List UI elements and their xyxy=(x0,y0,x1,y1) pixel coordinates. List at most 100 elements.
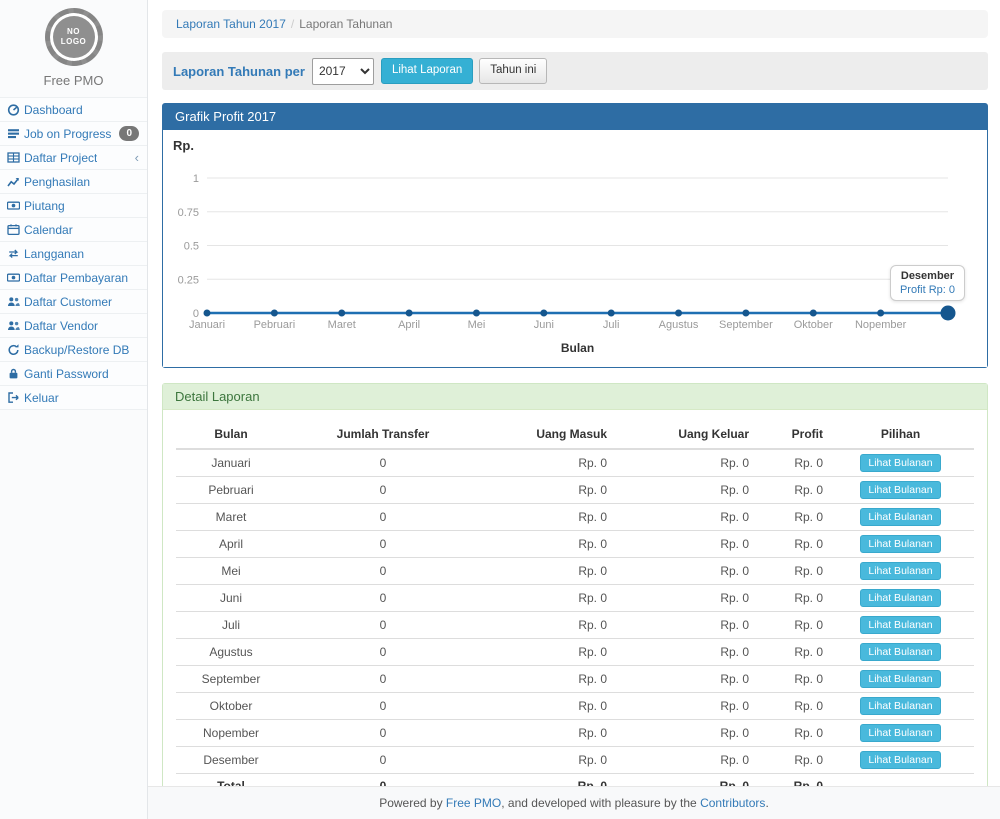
cell-bulan: Mei xyxy=(176,558,286,585)
lihat-bulanan-button[interactable]: Lihat Bulanan xyxy=(860,454,940,472)
sidebar-item-penghasilan[interactable]: Penghasilan xyxy=(0,170,147,194)
cell-pilihan: Lihat Bulanan xyxy=(827,558,974,585)
table-icon xyxy=(7,151,24,164)
lihat-bulanan-button[interactable]: Lihat Bulanan xyxy=(860,751,940,769)
cell-uang-keluar: Rp. 0 xyxy=(611,693,753,720)
profit-line-chart[interactable]: Rp.00.250.50.751JanuariPebruariMaretApri… xyxy=(169,132,979,360)
sidebar-item-label: Daftar Project xyxy=(24,151,97,165)
lihat-bulanan-button[interactable]: Lihat Bulanan xyxy=(860,481,940,499)
cell-jumlah-transfer: 0 xyxy=(286,639,480,666)
brand-name: Free PMO xyxy=(0,73,147,88)
calendar-icon xyxy=(7,223,24,236)
table-row: Agustus0Rp. 0Rp. 0Rp. 0Lihat Bulanan xyxy=(176,639,974,666)
col-header-uang-masuk: Uang Masuk xyxy=(480,420,611,449)
breadcrumb-link-laporan-tahun[interactable]: Laporan Tahun 2017 xyxy=(176,17,286,31)
col-header-profit: Profit xyxy=(753,420,827,449)
cell-bulan: Pebruari xyxy=(176,477,286,504)
cell-pilihan: Lihat Bulanan xyxy=(827,531,974,558)
footer-text-middle: , and developed with pleasure by the xyxy=(501,796,700,810)
lihat-bulanan-button[interactable]: Lihat Bulanan xyxy=(860,697,940,715)
sidebar-item-calendar[interactable]: Calendar xyxy=(0,218,147,242)
table-row: Juli0Rp. 0Rp. 0Rp. 0Lihat Bulanan xyxy=(176,612,974,639)
lihat-bulanan-button[interactable]: Lihat Bulanan xyxy=(860,643,940,661)
breadcrumb-current: Laporan Tahunan xyxy=(299,17,392,31)
table-row: Pebruari0Rp. 0Rp. 0Rp. 0Lihat Bulanan xyxy=(176,477,974,504)
cell-uang-masuk: Rp. 0 xyxy=(480,558,611,585)
sidebar-item-keluar[interactable]: Keluar xyxy=(0,386,147,410)
tasks-icon xyxy=(7,127,24,140)
cell-uang-masuk: Rp. 0 xyxy=(480,612,611,639)
cell-profit: Rp. 0 xyxy=(753,477,827,504)
cell-jumlah-transfer: 0 xyxy=(286,720,480,747)
svg-text:1: 1 xyxy=(193,173,199,185)
sidebar-item-label: Piutang xyxy=(24,199,65,213)
tahun-ini-button[interactable]: Tahun ini xyxy=(479,58,547,84)
sidebar-item-label: Calendar xyxy=(24,223,73,237)
dashboard-icon xyxy=(7,103,24,116)
chart-panel-title: Grafik Profit 2017 xyxy=(163,104,987,130)
count-badge: 0 xyxy=(119,126,139,141)
sidebar-item-daftar-customer[interactable]: Daftar Customer xyxy=(0,290,147,314)
cell-pilihan: Lihat Bulanan xyxy=(827,477,974,504)
svg-text:Nopember: Nopember xyxy=(855,319,907,331)
sidebar-item-daftar-pembayaran[interactable]: Daftar Pembayaran xyxy=(0,266,147,290)
filter-label: Laporan Tahunan per xyxy=(173,64,305,79)
sidebar-item-label: Daftar Pembayaran xyxy=(24,271,128,285)
col-header-jumlah-transfer: Jumlah Transfer xyxy=(286,420,480,449)
sidebar: NO LOGO Free PMO Dashboard Job on Progres… xyxy=(0,0,148,819)
lihat-bulanan-button[interactable]: Lihat Bulanan xyxy=(860,616,940,634)
lihat-bulanan-button[interactable]: Lihat Bulanan xyxy=(860,670,940,688)
cell-pilihan: Lihat Bulanan xyxy=(827,666,974,693)
svg-text:April: April xyxy=(398,319,420,331)
sidebar-item-daftar-vendor[interactable]: Daftar Vendor xyxy=(0,314,147,338)
lihat-bulanan-button[interactable]: Lihat Bulanan xyxy=(860,508,940,526)
cell-uang-masuk: Rp. 0 xyxy=(480,477,611,504)
cell-uang-keluar: Rp. 0 xyxy=(611,558,753,585)
svg-text:September: September xyxy=(719,319,773,331)
sidebar-item-label: Daftar Vendor xyxy=(24,319,98,333)
money-icon xyxy=(7,199,24,212)
cell-jumlah-transfer: 0 xyxy=(286,531,480,558)
cell-profit: Rp. 0 xyxy=(753,585,827,612)
svg-text:0.75: 0.75 xyxy=(178,207,199,219)
report-filter-bar: Laporan Tahunan per 2017 Lihat Laporan T… xyxy=(162,52,988,90)
table-row: Juni0Rp. 0Rp. 0Rp. 0Lihat Bulanan xyxy=(176,585,974,612)
lihat-laporan-button[interactable]: Lihat Laporan xyxy=(381,58,473,84)
sidebar-item-piutang[interactable]: Piutang xyxy=(0,194,147,218)
footer-link-contributors[interactable]: Contributors xyxy=(700,796,765,810)
footer-text-prefix: Powered by xyxy=(379,796,446,810)
sidebar-item-label: Job on Progress xyxy=(24,127,111,141)
cell-uang-masuk: Rp. 0 xyxy=(480,720,611,747)
cell-pilihan: Lihat Bulanan xyxy=(827,504,974,531)
lihat-bulanan-button[interactable]: Lihat Bulanan xyxy=(860,589,940,607)
sidebar-item-ganti-password[interactable]: Ganti Password xyxy=(0,362,147,386)
chart-body: Rp.00.250.50.751JanuariPebruariMaretApri… xyxy=(163,130,987,367)
col-header-bulan: Bulan xyxy=(176,420,286,449)
table-row: Maret0Rp. 0Rp. 0Rp. 0Lihat Bulanan xyxy=(176,504,974,531)
lihat-bulanan-button[interactable]: Lihat Bulanan xyxy=(860,562,940,580)
cell-uang-masuk: Rp. 0 xyxy=(480,504,611,531)
cell-jumlah-transfer: 0 xyxy=(286,449,480,477)
sidebar-item-label: Dashboard xyxy=(24,103,83,117)
logo-area: NO LOGO Free PMO xyxy=(0,0,147,88)
sidebar-item-job-on-progress[interactable]: Job on Progress 0 xyxy=(0,122,147,146)
table-row: April0Rp. 0Rp. 0Rp. 0Lihat Bulanan xyxy=(176,531,974,558)
year-select[interactable]: 2017 xyxy=(312,58,374,85)
main-content: Laporan Tahun 2017/Laporan Tahunan Lapor… xyxy=(148,0,1000,819)
cell-bulan: Nopember xyxy=(176,720,286,747)
sidebar-item-backup-restore-db[interactable]: Backup/Restore DB xyxy=(0,338,147,362)
cell-jumlah-transfer: 0 xyxy=(286,666,480,693)
cell-profit: Rp. 0 xyxy=(753,693,827,720)
footer-link-free-pmo[interactable]: Free PMO xyxy=(446,796,501,810)
svg-text:Mei: Mei xyxy=(468,319,486,331)
tooltip-value: Profit Rp: 0 xyxy=(900,284,955,296)
cell-profit: Rp. 0 xyxy=(753,747,827,774)
sidebar-item-daftar-project[interactable]: Daftar Project‹ xyxy=(0,146,147,170)
svg-text:0.25: 0.25 xyxy=(178,274,199,286)
lihat-bulanan-button[interactable]: Lihat Bulanan xyxy=(860,724,940,742)
sidebar-item-dashboard[interactable]: Dashboard xyxy=(0,98,147,122)
cell-bulan: April xyxy=(176,531,286,558)
detail-laporan-table: Bulan Jumlah Transfer Uang Masuk Uang Ke… xyxy=(176,420,974,798)
lihat-bulanan-button[interactable]: Lihat Bulanan xyxy=(860,535,940,553)
sidebar-item-langganan[interactable]: Langganan xyxy=(0,242,147,266)
